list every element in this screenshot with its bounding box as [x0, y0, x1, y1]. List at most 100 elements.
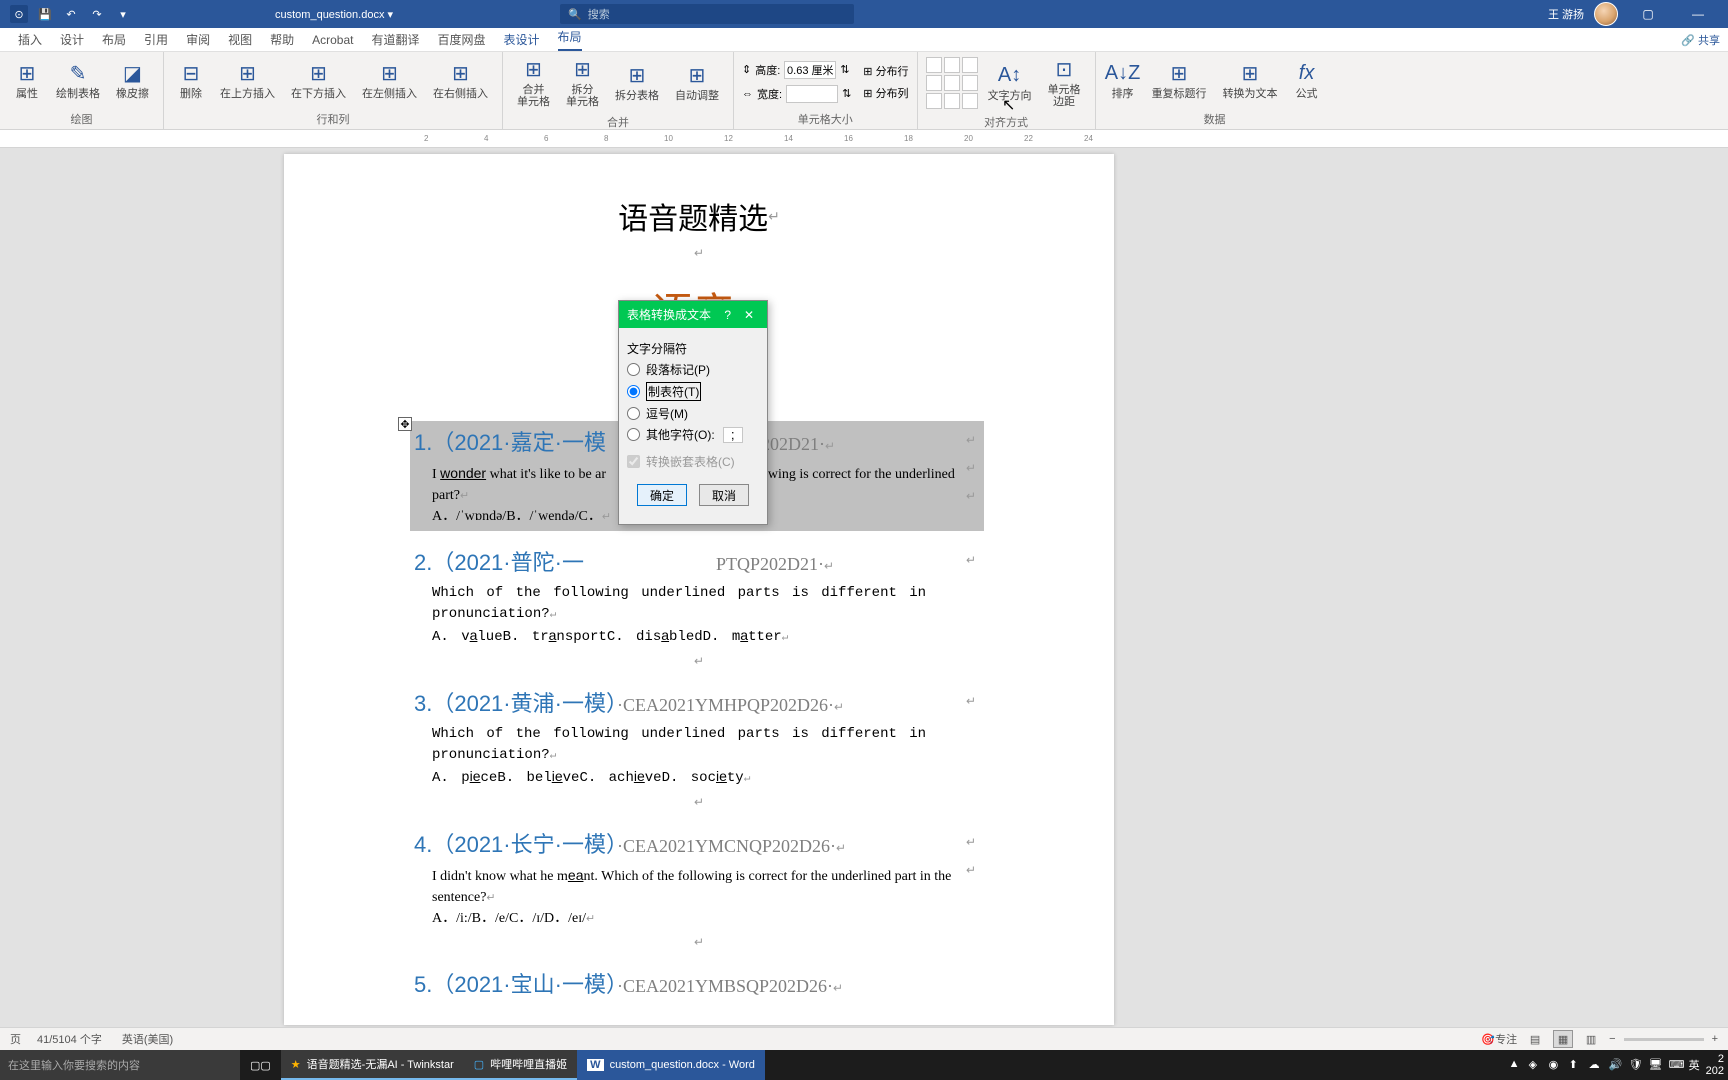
page-indicator[interactable]: 页: [10, 1031, 21, 1047]
alignment-grid[interactable]: [926, 57, 978, 109]
align-bl[interactable]: [926, 93, 942, 109]
tab-table-layout[interactable]: 布局: [558, 28, 582, 51]
dialog-titlebar[interactable]: 表格转换成文本 ? ✕: [619, 301, 767, 328]
tab-acrobat[interactable]: Acrobat: [312, 33, 353, 47]
align-tr[interactable]: [962, 57, 978, 73]
read-mode-icon[interactable]: ▤: [1525, 1030, 1545, 1048]
tab-view[interactable]: 视图: [228, 31, 252, 48]
print-layout-icon[interactable]: ▦: [1553, 1030, 1573, 1048]
height-input[interactable]: [784, 61, 836, 79]
properties-button[interactable]: ⊞属性: [8, 58, 46, 104]
align-br[interactable]: [962, 93, 978, 109]
dropdown-icon[interactable]: ▾: [114, 5, 132, 23]
delete-button[interactable]: ⊟删除: [172, 58, 210, 104]
autofit-button[interactable]: ⊞自动调整: [669, 60, 725, 106]
taskbar-word[interactable]: Wcustom_question.docx - Word: [577, 1050, 765, 1080]
radio-paragraph[interactable]: 段落标记(P): [627, 361, 759, 378]
radio-tab[interactable]: 制表符(T): [627, 382, 759, 401]
align-tl[interactable]: [926, 57, 942, 73]
eraser-button[interactable]: ◪橡皮擦: [110, 58, 155, 104]
document-title[interactable]: custom_question.docx ▾: [275, 8, 393, 21]
distribute-cols-button[interactable]: ⊞ 分布列: [863, 85, 908, 101]
save-icon[interactable]: 💾: [36, 5, 54, 23]
zoom-slider[interactable]: [1624, 1038, 1704, 1041]
align-mr[interactable]: [962, 75, 978, 91]
q2-options: A. valueB. transportC. disabledD. matter: [414, 625, 984, 648]
redo-icon[interactable]: ↷: [88, 5, 106, 23]
keyboard-icon[interactable]: ⌨: [1669, 1058, 1683, 1072]
checkbox-nested[interactable]: 转换嵌套表格(C): [627, 453, 759, 470]
ribbon-options-icon[interactable]: ▢: [1628, 0, 1668, 28]
tab-review[interactable]: 审阅: [186, 31, 210, 48]
clock-date[interactable]: 202: [1706, 1065, 1724, 1077]
tab-insert[interactable]: 插入: [18, 31, 42, 48]
network-icon[interactable]: 🖥: [1649, 1058, 1663, 1072]
split-cells-button[interactable]: ⊞拆分 单元格: [560, 54, 605, 112]
ok-button[interactable]: 确定: [637, 484, 687, 506]
repeat-header-button[interactable]: ⊞重复标题行: [1146, 58, 1213, 104]
taskbar-bilibili[interactable]: ▢哔哩哔哩直播姬: [464, 1050, 577, 1080]
tab-design[interactable]: 设计: [60, 31, 84, 48]
undo-icon[interactable]: ↶: [62, 5, 80, 23]
tab-baidu[interactable]: 百度网盘: [437, 31, 485, 48]
cancel-button[interactable]: 取消: [699, 484, 749, 506]
split-table-button[interactable]: ⊞拆分表格: [609, 60, 665, 106]
other-char-input[interactable]: [723, 427, 743, 443]
tab-help[interactable]: 帮助: [270, 31, 294, 48]
align-mc[interactable]: [944, 75, 960, 91]
search-box[interactable]: 🔍 搜索: [560, 4, 854, 24]
align-bc[interactable]: [944, 93, 960, 109]
formula-button[interactable]: fx公式: [1288, 58, 1326, 104]
draw-table-button[interactable]: ✎绘制表格: [50, 58, 106, 104]
radio-comma[interactable]: 逗号(M): [627, 405, 759, 422]
ime-indicator[interactable]: 英: [1689, 1057, 1700, 1073]
merge-cells-button[interactable]: ⊞合并 单元格: [511, 54, 556, 112]
tray-icon[interactable]: ▲: [1509, 1058, 1523, 1072]
tab-youdao[interactable]: 有道翻译: [371, 31, 419, 48]
clock-time[interactable]: 2: [1706, 1053, 1724, 1065]
tray-icon[interactable]: ☁: [1589, 1058, 1603, 1072]
help-icon[interactable]: ?: [724, 308, 731, 322]
language[interactable]: 英语(美国): [122, 1031, 173, 1047]
zoom-out-icon[interactable]: −: [1609, 1033, 1615, 1045]
spinner-icon[interactable]: ⇅: [842, 87, 851, 100]
radio-other[interactable]: 其他字符(O):: [627, 426, 759, 443]
insert-above-button[interactable]: ⊞在上方插入: [214, 58, 281, 104]
taskbar-twinkstar[interactable]: ★语音题精选-无漏AI - Twinkstar: [281, 1050, 464, 1080]
word-count[interactable]: 41/5104 个字: [37, 1031, 102, 1047]
document-area[interactable]: 语音题精选 ↵ 语音 ↵ ↵ ↵ ✥ 1.（2021·嘉定·一模XXXXXXXX…: [0, 148, 1728, 1050]
convert-to-text-button[interactable]: ⊞转换为文本: [1217, 58, 1284, 104]
tray-icon[interactable]: 🛡: [1629, 1058, 1643, 1072]
spinner-icon[interactable]: ⇅: [840, 63, 849, 76]
insert-right-button[interactable]: ⊞在右侧插入: [427, 58, 494, 104]
avatar[interactable]: [1594, 2, 1618, 26]
tray-icon[interactable]: ◈: [1529, 1058, 1543, 1072]
zoom-in-icon[interactable]: +: [1712, 1033, 1718, 1045]
insert-below-button[interactable]: ⊞在下方插入: [285, 58, 352, 104]
text-direction-button[interactable]: A↕文字方向: [982, 60, 1038, 106]
align-ml[interactable]: [926, 75, 942, 91]
focus-mode[interactable]: 🎯专注: [1481, 1031, 1517, 1047]
close-icon[interactable]: ✕: [735, 308, 763, 322]
sort-button[interactable]: A↓Z排序: [1104, 58, 1142, 104]
align-tc[interactable]: [944, 57, 960, 73]
task-view-button[interactable]: ▢▢: [240, 1050, 281, 1080]
tab-layout[interactable]: 布局: [102, 31, 126, 48]
insert-left-button[interactable]: ⊞在左侧插入: [356, 58, 423, 104]
web-layout-icon[interactable]: ▥: [1581, 1030, 1601, 1048]
tab-table-design[interactable]: 表设计: [504, 31, 540, 48]
tab-references[interactable]: 引用: [144, 31, 168, 48]
taskbar-search[interactable]: 在这里输入你要搜索的内容: [0, 1050, 240, 1080]
tray-icon[interactable]: ◉: [1549, 1058, 1563, 1072]
user-name[interactable]: 王 游扬: [1548, 6, 1584, 22]
share-button[interactable]: 🔗 共享: [1677, 30, 1724, 50]
distribute-rows-button[interactable]: ⊞ 分布行: [863, 63, 908, 79]
cell-margins-button[interactable]: ⊡单元格 边距: [1042, 54, 1087, 112]
volume-icon[interactable]: 🔊: [1609, 1058, 1623, 1072]
tray-icon[interactable]: ⬆: [1569, 1058, 1583, 1072]
file-icon[interactable]: ⊙: [10, 5, 28, 23]
table-move-handle[interactable]: ✥: [398, 417, 412, 431]
minimize-icon[interactable]: —: [1678, 0, 1718, 28]
width-input[interactable]: [786, 85, 838, 103]
ruler[interactable]: 24681012141618202224: [0, 130, 1728, 148]
